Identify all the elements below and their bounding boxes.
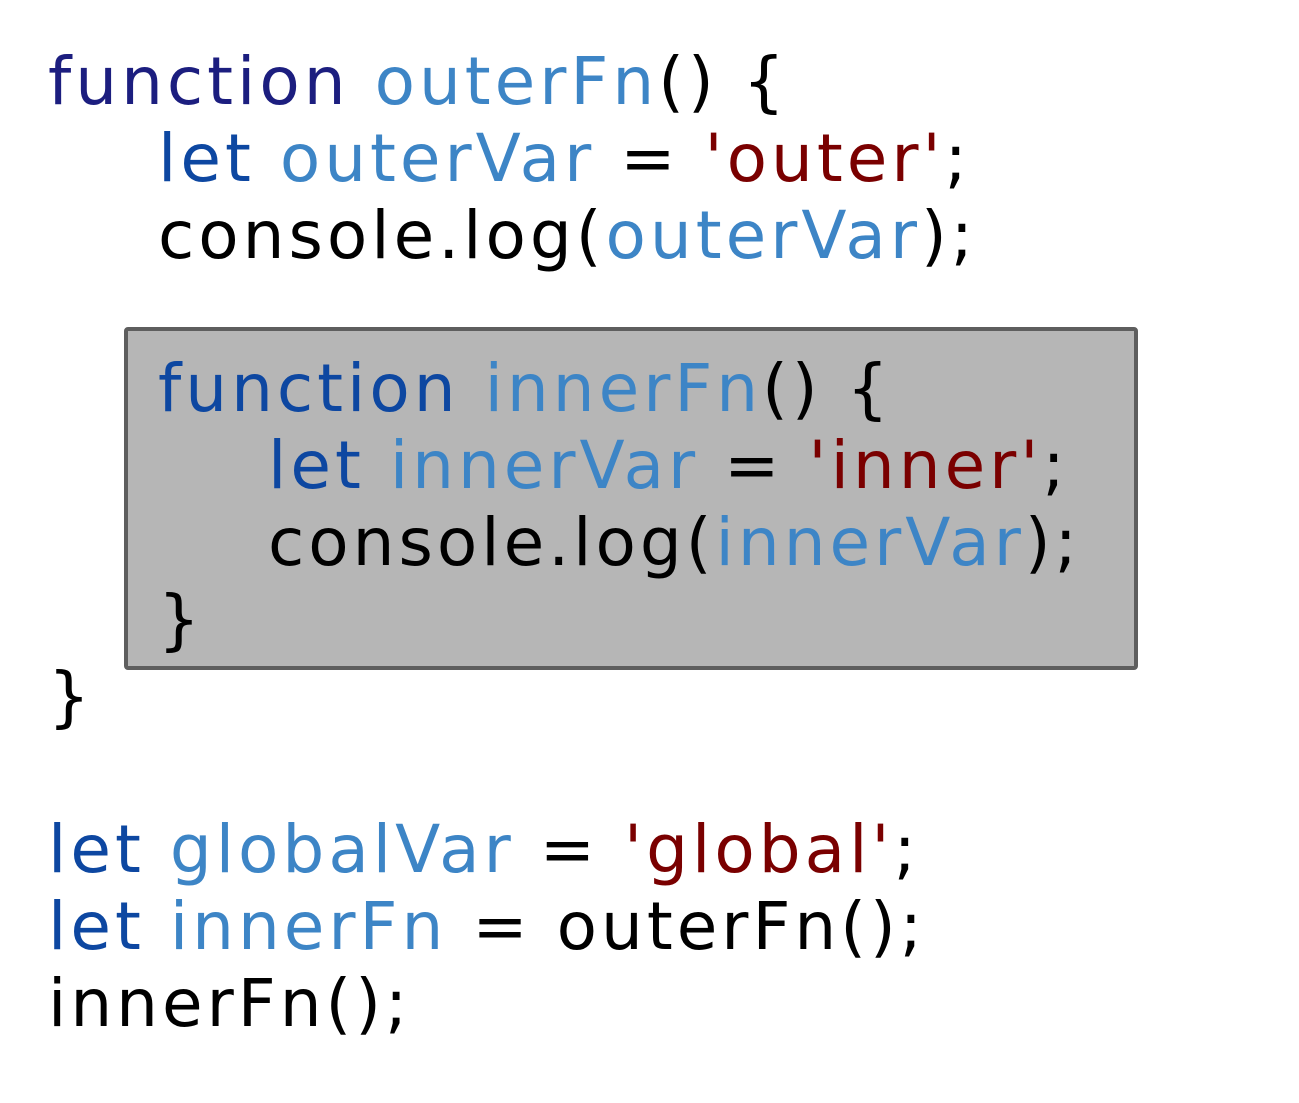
code-line-global-let: let globalVar = 'global'; — [48, 812, 920, 888]
close-brace: } — [48, 658, 94, 735]
call-close: ); — [920, 197, 977, 274]
arg-outerVar: outerVar — [605, 197, 921, 274]
semicolon: ; — [893, 811, 920, 888]
code-line-outer-fn-decl: function outerFn() { — [48, 44, 789, 120]
string-literal-global: 'global' — [623, 811, 894, 888]
assign-op: = — [595, 120, 705, 197]
var-name-globalVar: globalVar — [169, 811, 515, 888]
assign-op: = — [699, 427, 809, 504]
code-line-inner-close-brace: } — [158, 582, 204, 658]
keyword-let: let — [158, 120, 255, 197]
code-line-outer-let: let outerVar = 'outer'; — [158, 121, 971, 197]
string-literal-outer: 'outer' — [704, 120, 945, 197]
code-line-outer-close-brace: } — [48, 659, 94, 735]
assign-op: = — [447, 888, 557, 965]
semicolon: ; — [1042, 427, 1069, 504]
code-line-outer-log: console.log(outerVar); — [158, 198, 977, 274]
string-literal-inner: 'inner' — [808, 427, 1043, 504]
assign-op: = — [514, 811, 624, 888]
code-line-inner-log: console.log(innerVar); — [268, 505, 1081, 581]
keyword-function: function — [48, 43, 350, 120]
code-line-inner-let: let innerVar = 'inner'; — [268, 428, 1069, 504]
keyword-function: function — [158, 350, 460, 427]
fn-name-innerFn: innerFn — [484, 350, 763, 427]
semicolon: ; — [944, 120, 971, 197]
console-log-call: console.log( — [268, 504, 716, 581]
var-name-innerFn: innerFn — [169, 888, 448, 965]
call-close: ); — [1024, 504, 1081, 581]
arg-innerVar: innerVar — [715, 504, 1025, 581]
parens-open-brace: () { — [658, 43, 789, 120]
console-log-call: console.log( — [158, 197, 606, 274]
code-line-inner-fn-decl: function innerFn() { — [158, 351, 893, 427]
code-line-call-innerFn: innerFn(); — [48, 966, 411, 1042]
close-brace: } — [158, 581, 204, 658]
keyword-let: let — [48, 888, 145, 965]
call-outerFn: outerFn(); — [556, 888, 926, 965]
parens-open-brace: () { — [762, 350, 893, 427]
keyword-let: let — [268, 427, 365, 504]
var-name-outerVar: outerVar — [279, 120, 596, 197]
keyword-let: let — [48, 811, 145, 888]
call-innerFn: innerFn(); — [48, 965, 412, 1042]
code-line-inner-assign: let innerFn = outerFn(); — [48, 889, 926, 965]
fn-name-outerFn: outerFn — [374, 43, 659, 120]
var-name-innerVar: innerVar — [389, 427, 700, 504]
